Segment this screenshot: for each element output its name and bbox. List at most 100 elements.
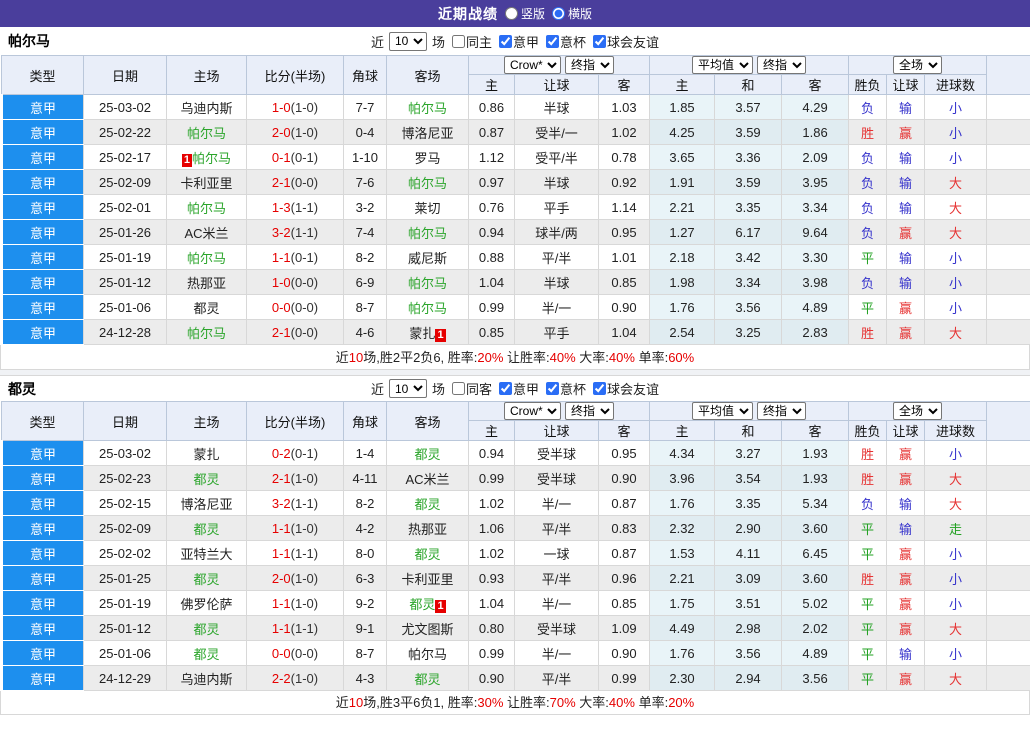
scope-select[interactable]: 全场 [893, 402, 942, 420]
half-score: (0-1) [291, 446, 318, 461]
home-team-cell: 帕尔马 [167, 120, 247, 145]
goals-cell: 大 [925, 466, 987, 491]
match-count-select[interactable]: 10 [389, 379, 427, 398]
score-cell: 2-2(1-0) [247, 666, 344, 691]
odds-home-cell: 1.02 [469, 541, 515, 566]
odds-home-cell: 1.12 [469, 145, 515, 170]
away-team-cell: 博洛尼亚 [387, 120, 469, 145]
avg-draw-cell: 2.94 [715, 666, 782, 691]
league-cell: 意甲 [2, 541, 84, 566]
empty-cell [987, 466, 1030, 491]
corner-cell: 7-6 [344, 170, 387, 195]
league-serie-a-option[interactable]: 意甲 [499, 379, 539, 398]
league-friendly-option[interactable]: 球会友谊 [593, 379, 659, 398]
summary-text: 场,胜3平6负1, 胜率: [363, 695, 477, 710]
empty-cell [987, 566, 1030, 591]
league-friendly-option[interactable]: 球会友谊 [593, 32, 659, 51]
home-team-cell: 都灵 [167, 616, 247, 641]
avg-stage-select[interactable]: 终指 [757, 56, 806, 74]
avg-away-cell: 4.89 [782, 295, 849, 320]
avg-away-cell: 1.93 [782, 466, 849, 491]
team-name: 蒙扎 [409, 326, 435, 341]
scope-select[interactable]: 全场 [893, 56, 942, 74]
handicap-cell: 受半球 [515, 466, 599, 491]
away-team-cell: 帕尔马 [387, 170, 469, 195]
odds-away-cell: 0.90 [599, 295, 650, 320]
score-cell: 3-2(1-1) [247, 491, 344, 516]
same-venue-option[interactable]: 同主 [452, 32, 492, 51]
empty-cell [987, 616, 1030, 641]
result-cell: 平 [849, 516, 887, 541]
league-friendly-checkbox[interactable] [593, 35, 606, 48]
league-cup-option[interactable]: 意杯 [546, 379, 586, 398]
summary-row: 近10场,胜3平6负1, 胜率:30% 让胜率:70% 大率:40% 单率:20… [0, 691, 1030, 715]
col-odds-away: 客 [599, 421, 650, 441]
avg-away-cell: 1.93 [782, 441, 849, 466]
away-team-cell: 帕尔马 [387, 295, 469, 320]
league-cell: 意甲 [2, 120, 84, 145]
away-team-cell: 热那亚 [387, 516, 469, 541]
avg-type-select[interactable]: 平均值 [692, 402, 753, 420]
same-venue-checkbox[interactable] [452, 382, 465, 395]
same-venue-checkbox[interactable] [452, 35, 465, 48]
horizontal-radio[interactable] [552, 7, 565, 20]
goals-cell: 大 [925, 220, 987, 245]
vertical-layout-option[interactable]: 竖版 [505, 5, 545, 22]
avg-draw-cell: 3.56 [715, 295, 782, 320]
score-cell: 1-1(0-1) [247, 245, 344, 270]
league-friendly-checkbox[interactable] [593, 382, 606, 395]
league-cup-option[interactable]: 意杯 [546, 32, 586, 51]
avg-stage-select[interactable]: 终指 [757, 402, 806, 420]
home-team-cell: 乌迪内斯 [167, 666, 247, 691]
summary-text: 单率: [635, 695, 668, 710]
result-cell: 平 [849, 295, 887, 320]
match-row: 意甲24-12-28帕尔马2-1(0-0)4-6蒙扎10.85平手1.042.5… [2, 320, 1030, 345]
corner-cell: 8-0 [344, 541, 387, 566]
goals-cell: 小 [925, 591, 987, 616]
avg-home-cell: 1.91 [650, 170, 715, 195]
avg-home-cell: 4.25 [650, 120, 715, 145]
league-cell: 意甲 [2, 591, 84, 616]
vertical-radio[interactable] [505, 7, 518, 20]
avg-draw-cell: 2.90 [715, 516, 782, 541]
odds-provider-select[interactable]: Crow* [504, 402, 561, 420]
full-score: 1-1 [272, 521, 291, 536]
league-serie-a-checkbox[interactable] [499, 382, 512, 395]
result-cell: 胜 [849, 320, 887, 345]
same-venue-option[interactable]: 同客 [452, 379, 492, 398]
full-score: 2-1 [272, 325, 291, 340]
league-cup-checkbox[interactable] [546, 35, 559, 48]
result-cell: 负 [849, 195, 887, 220]
summary-text: 大率: [576, 695, 609, 710]
empty-cell [987, 641, 1030, 666]
league-cell: 意甲 [2, 270, 84, 295]
team-name: 热那亚 [408, 522, 447, 537]
team-name: 都灵 [414, 672, 440, 687]
col-avg-draw: 和 [715, 421, 782, 441]
col-corner: 角球 [344, 56, 387, 95]
team-name: AC米兰 [405, 472, 449, 487]
league-cup-checkbox[interactable] [546, 382, 559, 395]
odds-provider-select[interactable]: Crow* [504, 56, 561, 74]
col-handicap-result: 让球 [887, 75, 925, 95]
team-name: 都灵 [414, 447, 440, 462]
horizontal-layout-option[interactable]: 横版 [552, 5, 592, 22]
summary-text: 让胜率: [503, 695, 549, 710]
avg-type-select[interactable]: 平均值 [692, 56, 753, 74]
half-score: (1-0) [291, 471, 318, 486]
league-serie-a-option[interactable]: 意甲 [499, 32, 539, 51]
league-serie-a-checkbox[interactable] [499, 35, 512, 48]
summary-value: 10 [349, 350, 363, 365]
odds-stage-select[interactable]: 终指 [565, 402, 614, 420]
avg-away-cell: 2.83 [782, 320, 849, 345]
match-count-select[interactable]: 10 [389, 32, 427, 51]
half-score: (1-0) [291, 671, 318, 686]
corner-cell: 1-4 [344, 441, 387, 466]
goals-cell: 大 [925, 320, 987, 345]
league-cell: 意甲 [2, 320, 84, 345]
half-score: (0-0) [291, 325, 318, 340]
full-score: 1-1 [272, 621, 291, 636]
result-cell: 胜 [849, 441, 887, 466]
corner-cell: 6-9 [344, 270, 387, 295]
odds-stage-select[interactable]: 终指 [565, 56, 614, 74]
